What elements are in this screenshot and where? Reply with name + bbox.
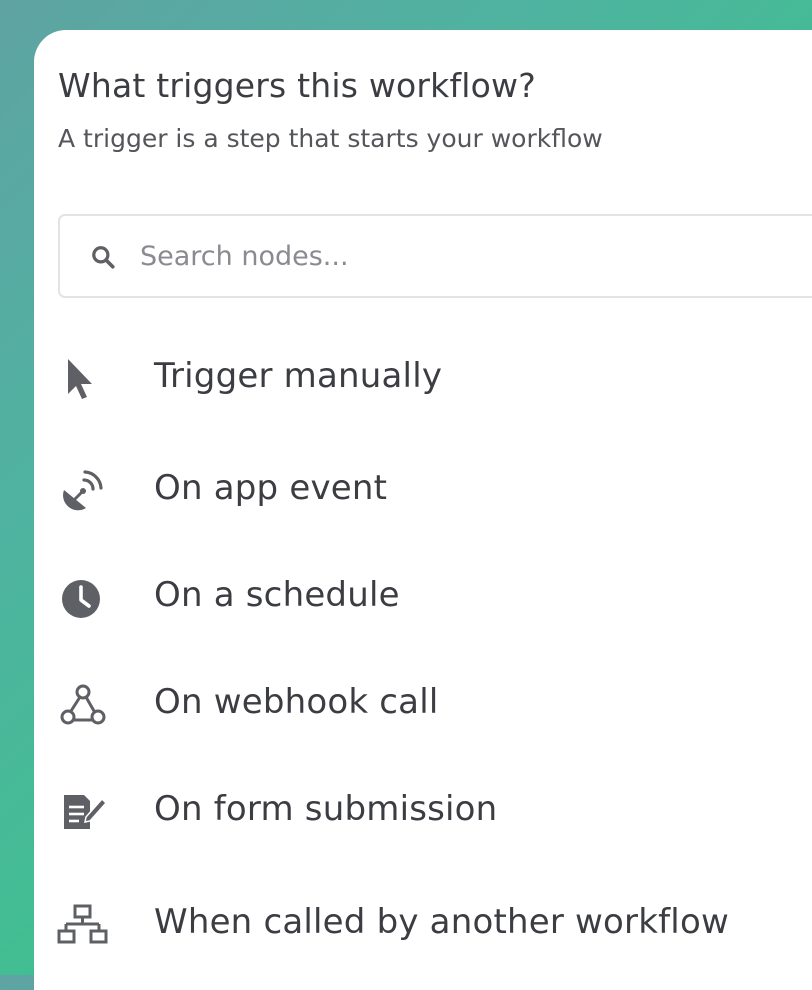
trigger-item-label: On app event: [154, 468, 388, 508]
trigger-item-manual[interactable]: Trigger manually: [34, 342, 812, 412]
trigger-item-label: On webhook call: [154, 682, 439, 722]
satellite-dish-icon: [63, 470, 103, 511]
trigger-item-webhook[interactable]: On webhook call: [34, 668, 812, 738]
trigger-item-schedule[interactable]: On a schedule: [34, 561, 812, 631]
search-box[interactable]: [58, 214, 812, 298]
trigger-item-app-event[interactable]: On app event: [34, 454, 812, 524]
panel-subtitle: A trigger is a step that starts your wor…: [58, 124, 603, 153]
trigger-item-label: On form submission: [154, 789, 498, 829]
clock-icon: [62, 580, 100, 618]
trigger-item-label: When called by another workflow: [154, 902, 729, 942]
trigger-item-form[interactable]: On form submission: [34, 775, 812, 845]
cursor-icon: [68, 359, 92, 399]
trigger-item-subworkflow[interactable]: When called by another workflow: [34, 888, 812, 958]
trigger-item-label: Trigger manually: [154, 356, 443, 396]
trigger-picker-panel: What triggers this workflow? A trigger i…: [34, 30, 812, 990]
panel-title: What triggers this workflow?: [58, 66, 536, 105]
sitemap-icon: [57, 904, 108, 944]
webhook-icon: [60, 684, 106, 725]
search-input[interactable]: [140, 230, 740, 282]
search-icon: [92, 246, 115, 269]
form-edit-icon: [64, 795, 108, 829]
trigger-item-label: On a schedule: [154, 575, 400, 615]
